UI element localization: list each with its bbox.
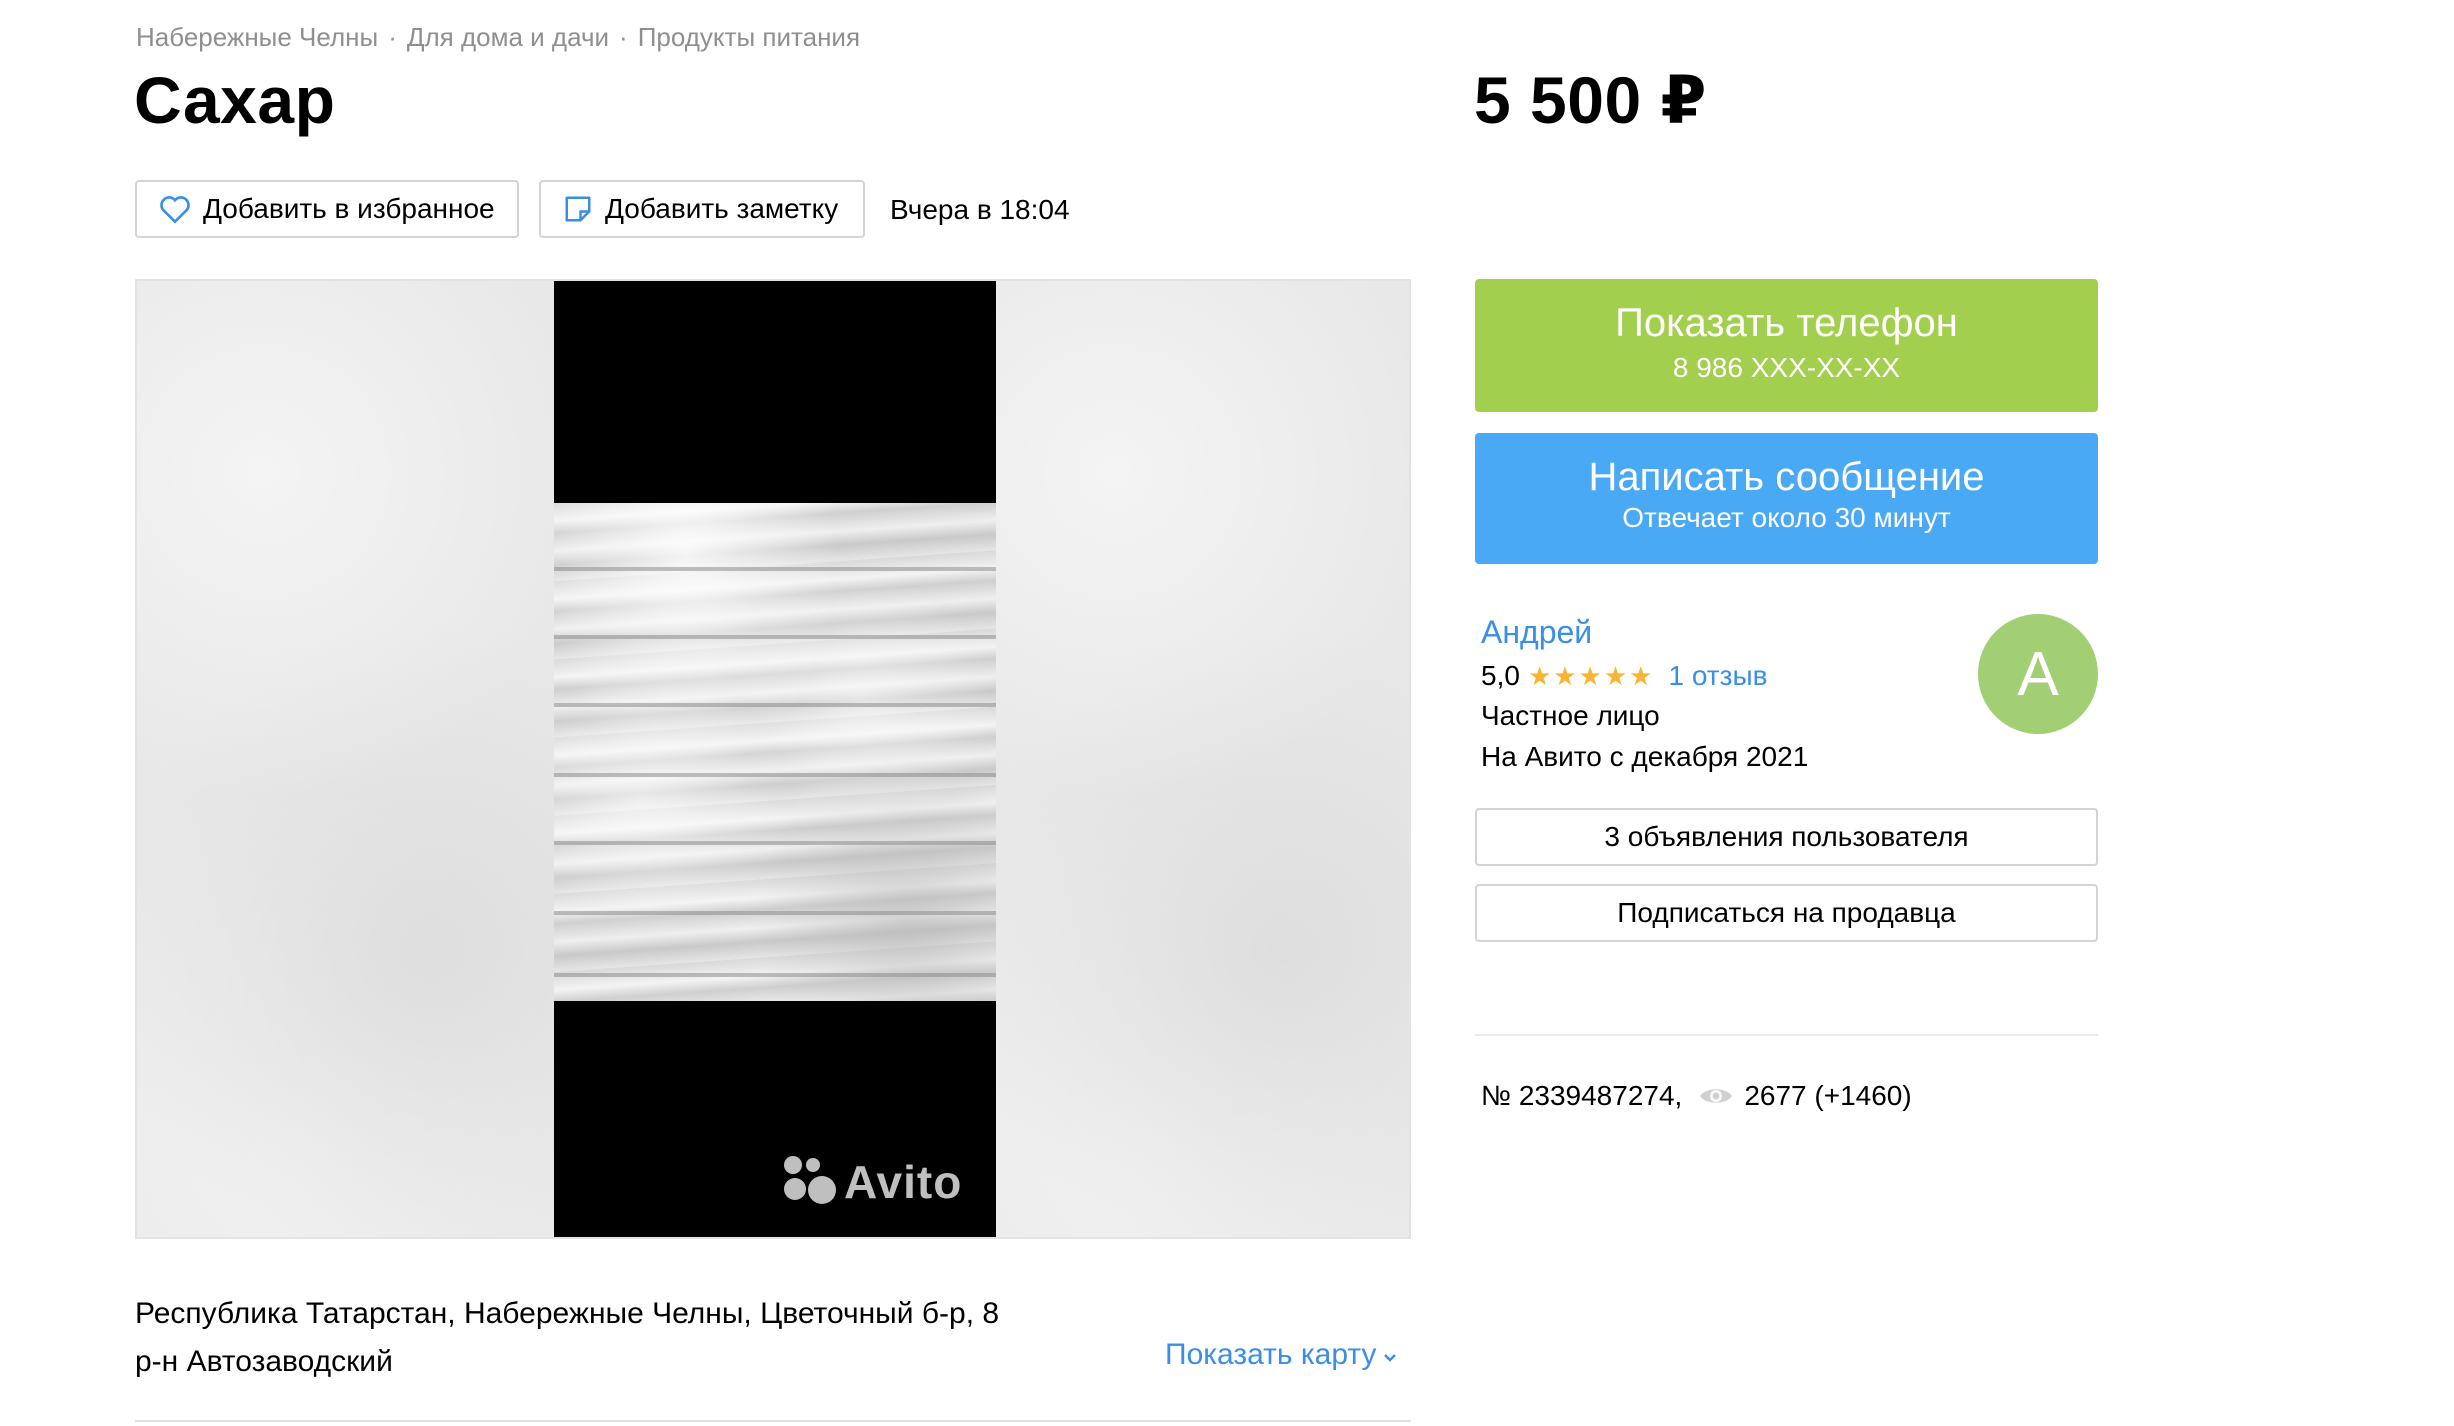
posted-time: Вчера в 18:04 [890,194,1070,225]
listing-page: Набережные Челны · Для дома и дачи · Про… [0,0,2454,1426]
seller-since: На Авито с декабря 2021 [1481,741,1809,772]
seller-rating: 5,0 ★★★★★ 1 отзыв [1481,660,1767,692]
listing-number: № 2339487274, [1481,1080,1683,1111]
show-phone-label: Показать телефон [1615,301,1958,345]
eye-icon [1698,1084,1734,1108]
seller-name-link[interactable]: Андрей [1481,614,1592,651]
listing-photo[interactable]: Avito [554,281,996,1237]
avito-watermark-text: Avito [844,1156,963,1208]
address-text: Республика Татарстан, Набережные Челны, … [135,1297,1000,1330]
gallery-blur-background-left [137,281,557,1237]
district-text: р-н Автозаводский [135,1345,393,1378]
show-map-label: Показать карту [1165,1338,1377,1371]
views-count: 2677 (+1460) [1744,1080,1912,1111]
reviews-link[interactable]: 1 отзыв [1668,660,1767,692]
add-note-button[interactable]: Добавить заметку [539,180,865,238]
seller-type: Частное лицо [1481,700,1660,731]
heart-icon [159,194,191,224]
write-message-button[interactable]: Написать сообщение Отвечает около 30 мин… [1475,433,2098,564]
breadcrumb-item-category[interactable]: Для дома и дачи [407,22,609,53]
avito-watermark: Avito [784,1155,962,1209]
note-icon [563,194,593,224]
divider [1475,1034,2098,1036]
rating-stars-icon: ★★★★★ [1527,660,1655,691]
avatar[interactable]: А [1978,614,2098,734]
show-map-link[interactable]: Показать карту [1165,1338,1398,1372]
avito-logo-icon [784,1156,836,1208]
breadcrumb-item-city[interactable]: Набережные Челны [136,22,378,53]
write-message-label: Написать сообщение [1588,455,1985,499]
gallery-blur-background-right [989,281,1409,1237]
breadcrumb-separator: · [619,22,628,52]
chevron-down-icon [1382,1338,1398,1372]
photo-gallery[interactable]: Avito [135,279,1411,1239]
user-ads-button[interactable]: 3 объявления пользователя [1475,808,2098,866]
masked-phone-number: 8 986 XXX-XX-XX [1672,352,1901,383]
response-time-text: Отвечает около 30 минут [1622,502,1951,533]
show-phone-button[interactable]: Показать телефон 8 986 XXX-XX-XX [1475,279,2098,412]
breadcrumb-item-subcategory[interactable]: Продукты питания [638,22,860,53]
subscribe-seller-button[interactable]: Подписаться на продавца [1475,884,2098,942]
listing-meta: № 2339487274, 2677 (+1460) [1481,1080,1912,1112]
rating-value: 5,0 [1481,660,1520,691]
breadcrumb-separator: · [388,22,397,52]
listing-price: 5 500 ₽ [1474,63,1707,137]
add-to-favorites-button[interactable]: Добавить в избранное [135,180,519,238]
breadcrumb: Набережные Челны · Для дома и дачи · Про… [136,22,860,53]
address-block: Республика Татарстан, Набережные Челны, … [135,1290,999,1386]
divider [135,1420,1411,1422]
add-to-favorites-label: Добавить в избранное [203,193,495,224]
page-title: Сахар [134,63,336,137]
add-note-label: Добавить заметку [605,193,839,224]
sugar-sacks-image [554,503,996,1001]
